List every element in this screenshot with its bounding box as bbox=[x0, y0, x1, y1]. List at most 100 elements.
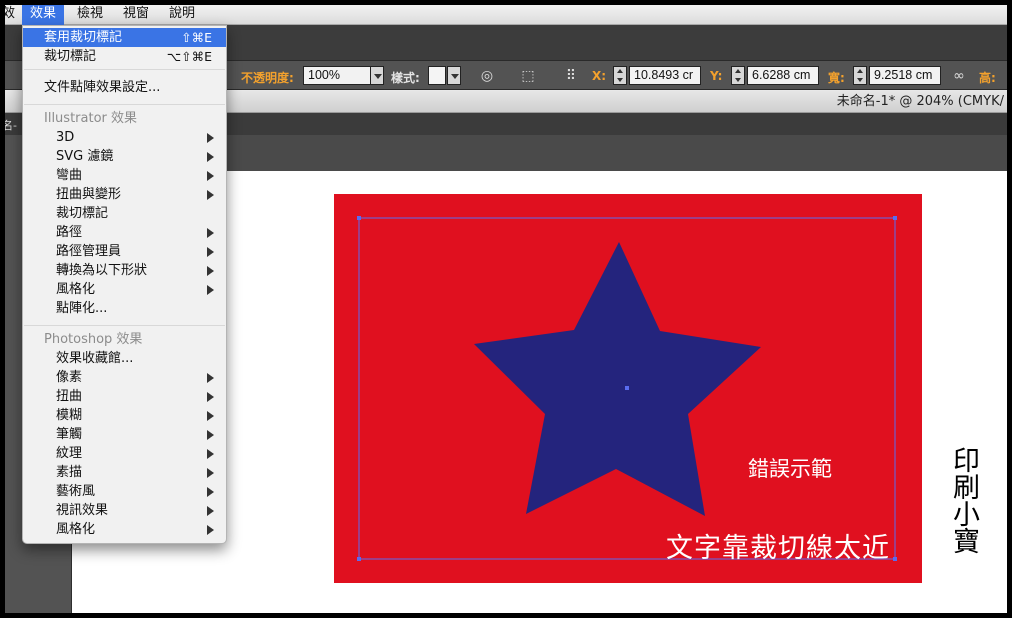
illustrator-effect-item-label: 裁切標記 bbox=[56, 206, 109, 221]
apply-shortcut: ⇧⌘E bbox=[181, 30, 212, 45]
selection-handle-top-left[interactable] bbox=[357, 216, 361, 220]
transform-grid-icon[interactable]: ⠿ bbox=[562, 67, 580, 85]
selection-handle-bottom-left[interactable] bbox=[357, 557, 361, 561]
link-icon[interactable]: ∞ bbox=[950, 67, 968, 85]
menu-item-truncated[interactable]: 效 bbox=[0, 3, 23, 25]
menu-bar: 效 效果 檢視 視窗 說明 bbox=[0, 3, 1012, 25]
selection-handle-bottom-right[interactable] bbox=[893, 557, 897, 561]
illustrator-effect-item-label: 3D bbox=[56, 130, 75, 145]
photoshop-effect-item[interactable]: 紋理 bbox=[23, 444, 226, 463]
photoshop-effect-item-label: 紋理 bbox=[56, 446, 83, 461]
opacity-field[interactable]: 100% bbox=[303, 66, 371, 85]
style-swatch[interactable] bbox=[428, 66, 446, 85]
width-stepper[interactable] bbox=[853, 66, 867, 85]
opacity-dropdown[interactable] bbox=[370, 66, 384, 85]
photoshop-effect-item[interactable]: 風格化 bbox=[23, 520, 226, 539]
illustrator-effect-item[interactable]: 轉換為以下形狀 bbox=[23, 261, 226, 280]
crop-shortcut: ⌥⇧⌘E bbox=[166, 49, 212, 64]
side-caption: 印刷小寶 bbox=[948, 446, 979, 554]
text-too-close-text[interactable]: 文字靠裁切線太近 bbox=[666, 526, 890, 565]
photoshop-effect-item-label: 視訊效果 bbox=[56, 503, 109, 518]
photoshop-effect-item-label: 風格化 bbox=[56, 522, 96, 537]
blue-star[interactable] bbox=[474, 242, 761, 516]
submenu-arrow-icon bbox=[207, 525, 214, 535]
photoshop-effect-item[interactable]: 模糊 bbox=[23, 406, 226, 425]
style-dropdown[interactable] bbox=[447, 66, 461, 85]
menu-crop-marks[interactable]: 裁切標記 ⌥⇧⌘E bbox=[23, 47, 226, 66]
illustrator-effect-item[interactable]: 扭曲與變形 bbox=[23, 185, 226, 204]
illustrator-effect-item-label: 轉換為以下形狀 bbox=[56, 263, 148, 278]
photoshop-effect-item-label: 效果收藏館... bbox=[56, 351, 134, 366]
illustrator-effect-item-label: 風格化 bbox=[56, 282, 96, 297]
photoshop-effect-item[interactable]: 視訊效果 bbox=[23, 501, 226, 520]
submenu-arrow-icon bbox=[207, 190, 214, 200]
menu-item-view[interactable]: 檢視 bbox=[69, 3, 111, 25]
x-label: X: bbox=[592, 69, 607, 83]
effect-menu: 套用裁切標記 ⇧⌘E 裁切標記 ⌥⇧⌘E 文件點陣效果設定... Illustr… bbox=[22, 25, 227, 544]
submenu-arrow-icon bbox=[207, 285, 214, 295]
illustrator-effect-item-label: 路徑管理員 bbox=[56, 244, 122, 259]
y-field[interactable]: 6.6288 cm bbox=[747, 66, 819, 85]
illustrator-effect-item[interactable]: 路徑 bbox=[23, 223, 226, 242]
illustrator-effect-item-label: 彎曲 bbox=[56, 168, 83, 183]
illustrator-effect-item[interactable]: 路徑管理員 bbox=[23, 242, 226, 261]
recolor-icon[interactable]: ◎ bbox=[478, 67, 496, 85]
width-field[interactable]: 9.2518 cm bbox=[869, 66, 941, 85]
photoshop-effect-item-label: 素描 bbox=[56, 465, 83, 480]
menu-item-window[interactable]: 視窗 bbox=[115, 3, 157, 25]
illustrator-effect-item[interactable]: SVG 濾鏡 bbox=[23, 147, 226, 166]
align-icon[interactable]: ⬚ bbox=[519, 67, 537, 85]
wrong-example-text[interactable]: 錯誤示範 bbox=[748, 453, 832, 483]
height-label: 高: bbox=[979, 71, 996, 85]
selection-center-point bbox=[625, 386, 629, 390]
submenu-arrow-icon bbox=[207, 411, 214, 421]
menu-item-help[interactable]: 說明 bbox=[161, 3, 203, 25]
menu-separator bbox=[24, 104, 225, 105]
opacity-label: 不透明度: bbox=[241, 71, 294, 85]
illustrator-effect-item[interactable]: 風格化 bbox=[23, 280, 226, 299]
photoshop-effect-item-label: 像素 bbox=[56, 370, 83, 385]
x-stepper[interactable] bbox=[613, 66, 627, 85]
submenu-arrow-icon bbox=[207, 247, 214, 257]
submenu-arrow-icon bbox=[207, 449, 214, 459]
illustrator-effect-item-label: SVG 濾鏡 bbox=[56, 149, 114, 164]
width-label: 寬: bbox=[828, 71, 845, 85]
illustrator-effect-item[interactable]: 3D bbox=[23, 128, 226, 147]
x-field[interactable]: 10.8493 cr bbox=[629, 66, 701, 85]
submenu-arrow-icon bbox=[207, 506, 214, 516]
illustrator-effect-item[interactable]: 裁切標記 bbox=[23, 204, 226, 223]
illustrator-effect-item-label: 扭曲與變形 bbox=[56, 187, 122, 202]
illustrator-effect-item[interactable]: 彎曲 bbox=[23, 166, 226, 185]
menu-raster-settings[interactable]: 文件點陣效果設定... bbox=[23, 78, 226, 97]
submenu-arrow-icon bbox=[207, 392, 214, 402]
submenu-arrow-icon bbox=[207, 152, 214, 162]
submenu-arrow-icon bbox=[207, 171, 214, 181]
panel-name: 名- bbox=[2, 119, 17, 132]
submenu-arrow-icon bbox=[207, 228, 214, 238]
submenu-arrow-icon bbox=[207, 373, 214, 383]
photoshop-effect-item[interactable]: 筆觸 bbox=[23, 425, 226, 444]
photoshop-effect-item[interactable]: 扭曲 bbox=[23, 387, 226, 406]
menu-apply-crop-marks[interactable]: 套用裁切標記 ⇧⌘E bbox=[23, 28, 226, 47]
menu-item-effect[interactable]: 效果 bbox=[22, 3, 65, 25]
photoshop-effect-item-label: 扭曲 bbox=[56, 389, 83, 404]
menu-separator bbox=[24, 69, 225, 70]
photoshop-effect-item-label: 藝術風 bbox=[56, 484, 96, 499]
photoshop-effect-item[interactable]: 像素 bbox=[23, 368, 226, 387]
submenu-arrow-icon bbox=[207, 468, 214, 478]
photoshop-effect-item[interactable]: 素描 bbox=[23, 463, 226, 482]
photoshop-effect-item[interactable]: 效果收藏館... bbox=[23, 349, 226, 368]
style-label: 樣式: bbox=[391, 71, 420, 85]
submenu-arrow-icon bbox=[207, 133, 214, 143]
artwork-svg bbox=[357, 216, 897, 561]
photoshop-effect-item-label: 筆觸 bbox=[56, 427, 83, 442]
illustrator-effects-header: Illustrator 效果 bbox=[44, 111, 138, 126]
illustrator-effect-item-label: 點陣化... bbox=[56, 301, 108, 316]
photoshop-effects-header: Photoshop 效果 bbox=[44, 332, 143, 347]
selection-handle-top-right[interactable] bbox=[893, 216, 897, 220]
y-stepper[interactable] bbox=[731, 66, 745, 85]
submenu-arrow-icon bbox=[207, 430, 214, 440]
illustrator-effect-item[interactable]: 點陣化... bbox=[23, 299, 226, 318]
photoshop-effect-item[interactable]: 藝術風 bbox=[23, 482, 226, 501]
submenu-arrow-icon bbox=[207, 487, 214, 497]
